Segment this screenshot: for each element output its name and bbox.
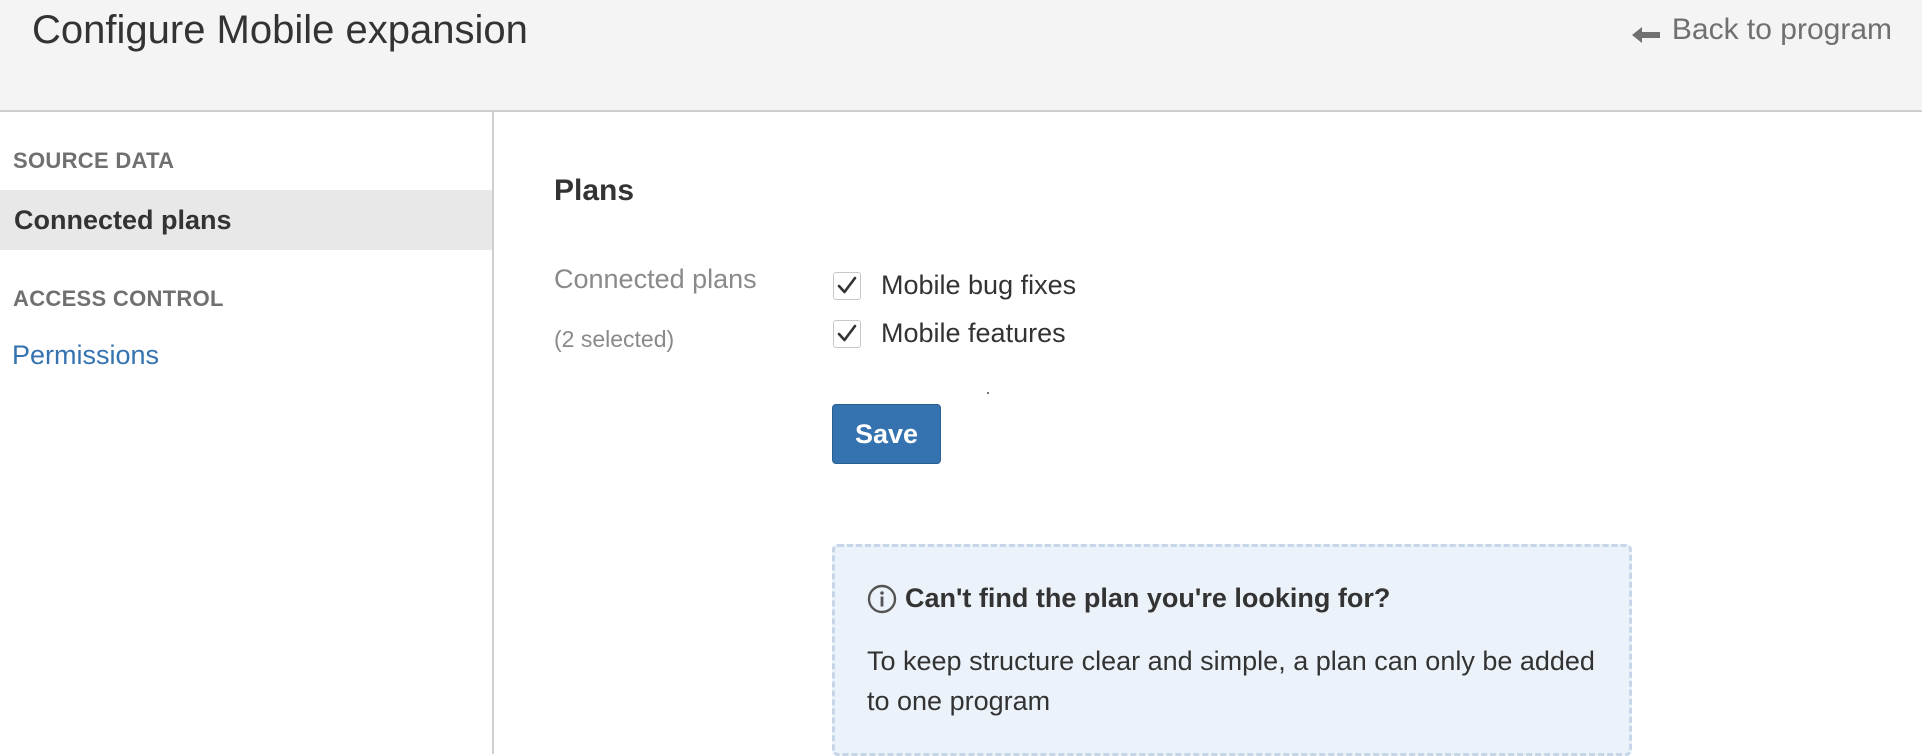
page-title: Configure Mobile expansion — [32, 8, 528, 52]
page-header: Configure Mobile expansion Back to progr… — [0, 0, 1922, 112]
checkmark-icon — [837, 324, 857, 341]
plan-label: Mobile bug fixes — [881, 270, 1077, 300]
info-message: Can't find the plan you're looking for? … — [832, 544, 1632, 756]
sidebar-heading-source-data: SOURCE DATA — [13, 148, 175, 173]
sidebar-item-connected-plans[interactable]: Connected plans — [0, 190, 492, 250]
sidebar: SOURCE DATA Connected plans ACCESS CONTR… — [0, 112, 494, 754]
main-content: Plans Connected plans (2 selected) Mobil… — [496, 112, 1922, 756]
save-button[interactable]: Save — [832, 404, 941, 464]
info-body: To keep structure clear and simple, a pl… — [867, 646, 1595, 716]
checkmark-icon — [837, 276, 857, 293]
back-to-program-link[interactable]: Back to program — [1631, 12, 1892, 48]
section-title: Plans — [554, 174, 635, 207]
stray-dot — [987, 392, 989, 394]
plan-checkbox[interactable] — [833, 319, 861, 348]
info-title: Can't find the plan you're looking for? — [905, 583, 1391, 613]
plan-option-mobile-features[interactable]: Mobile features — [833, 318, 1066, 349]
selected-count: (2 selected) — [554, 326, 675, 352]
info-title-row: Can't find the plan you're looking for? — [867, 583, 1390, 614]
plan-label: Mobile features — [881, 318, 1066, 348]
connected-plans-label: Connected plans — [554, 264, 757, 294]
plan-option-mobile-bug-fixes[interactable]: Mobile bug fixes — [833, 270, 1076, 301]
sidebar-item-label: Connected plans — [14, 204, 232, 235]
arrow-left-icon — [1631, 20, 1660, 43]
plan-checkbox[interactable] — [833, 271, 861, 300]
info-circle-icon — [867, 584, 897, 614]
sidebar-item-permissions[interactable]: Permissions — [12, 340, 159, 371]
back-to-program-label: Back to program — [1671, 13, 1892, 46]
sidebar-heading-access-control: ACCESS CONTROL — [13, 286, 224, 311]
